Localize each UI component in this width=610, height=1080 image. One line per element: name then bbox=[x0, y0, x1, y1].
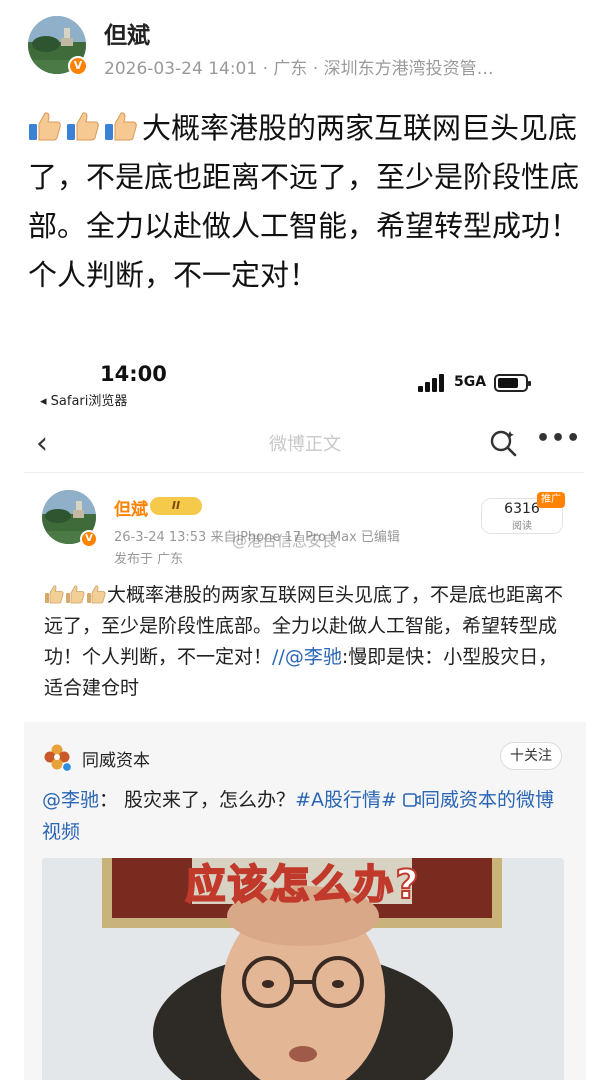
post-meta: 2026-03-24 14:01 · 广东 · 深圳东方港湾投资管… bbox=[104, 59, 494, 79]
repost-author-name[interactable]: 同威资本 bbox=[82, 746, 150, 771]
post-header: V 但斌 2026-03-24 14:01 · 广东 · 深圳东方港湾投资管… bbox=[0, 0, 610, 100]
mention-link[interactable]: @李驰 bbox=[42, 789, 99, 811]
weibo-nav-bar: ‹ 微博正文 ••• bbox=[0, 418, 610, 470]
author-name[interactable]: 但斌 bbox=[104, 16, 150, 50]
watermark: @港台信息安良 bbox=[232, 532, 338, 550]
thumbs-up-icon bbox=[65, 583, 85, 604]
repost-text-body: ： 股灾来了，怎么办？ bbox=[99, 789, 296, 811]
status-time: 14:00 bbox=[100, 362, 167, 386]
read-label: 阅读 bbox=[512, 521, 532, 532]
video-caption: 应该怎么办? bbox=[184, 861, 421, 909]
vip-crown-badge: II bbox=[150, 497, 202, 515]
hashtag-link[interactable]: #A股行情# bbox=[295, 789, 397, 811]
nav-title: 微博正文 bbox=[269, 434, 341, 455]
repost-mention-link[interactable]: //@李驰 bbox=[272, 646, 342, 668]
thumbs-up-icon bbox=[44, 583, 64, 604]
thumbs-up-icon bbox=[28, 108, 62, 141]
battery-icon bbox=[494, 374, 531, 392]
back-to-safari-link[interactable]: ◂ Safari浏览器 bbox=[40, 390, 127, 409]
search-icon[interactable] bbox=[488, 428, 518, 458]
more-options-icon[interactable]: ••• bbox=[536, 426, 581, 451]
inner-author-name[interactable]: 但斌 bbox=[114, 495, 148, 520]
divider bbox=[24, 472, 584, 473]
tongwei-capital-logo-icon bbox=[44, 744, 72, 772]
inner-post-location: 发布于 广东 bbox=[114, 552, 184, 567]
follow-button[interactable]: 十关注 bbox=[500, 742, 562, 770]
verified-badge: V bbox=[68, 56, 88, 76]
post-text: 大概率港股的两家互联网巨头见底了，不是底也距离不远了，至少是阶段性底部。全力以赴… bbox=[28, 104, 588, 300]
inner-verified-badge: V bbox=[80, 530, 98, 548]
promo-tag[interactable]: 推广 bbox=[537, 492, 565, 508]
video-thumbnail[interactable]: 应该怎么办? bbox=[42, 858, 564, 1080]
thumbs-up-icon bbox=[66, 108, 100, 141]
thumbs-up-icon bbox=[86, 583, 106, 604]
repost-text: @李驰： 股灾来了，怎么办？#A股行情# 同威资本的微博视频 bbox=[42, 784, 572, 848]
network-type: 5GA bbox=[454, 374, 487, 390]
inner-post-text: 大概率港股的两家互联网巨头见底了，不是底也距离不远了，至少是阶段性底部。全力以赴… bbox=[44, 580, 564, 704]
video-link-icon bbox=[403, 793, 421, 807]
repost-card[interactable]: 同威资本 十关注 @李驰： 股灾来了，怎么办？#A股行情# 同威资本的微博视频 … bbox=[24, 722, 586, 1080]
signal-icon bbox=[418, 374, 444, 392]
thumbs-up-icon bbox=[104, 108, 138, 141]
status-bar: 14:00 ◂ Safari浏览器 5GA bbox=[0, 360, 610, 410]
